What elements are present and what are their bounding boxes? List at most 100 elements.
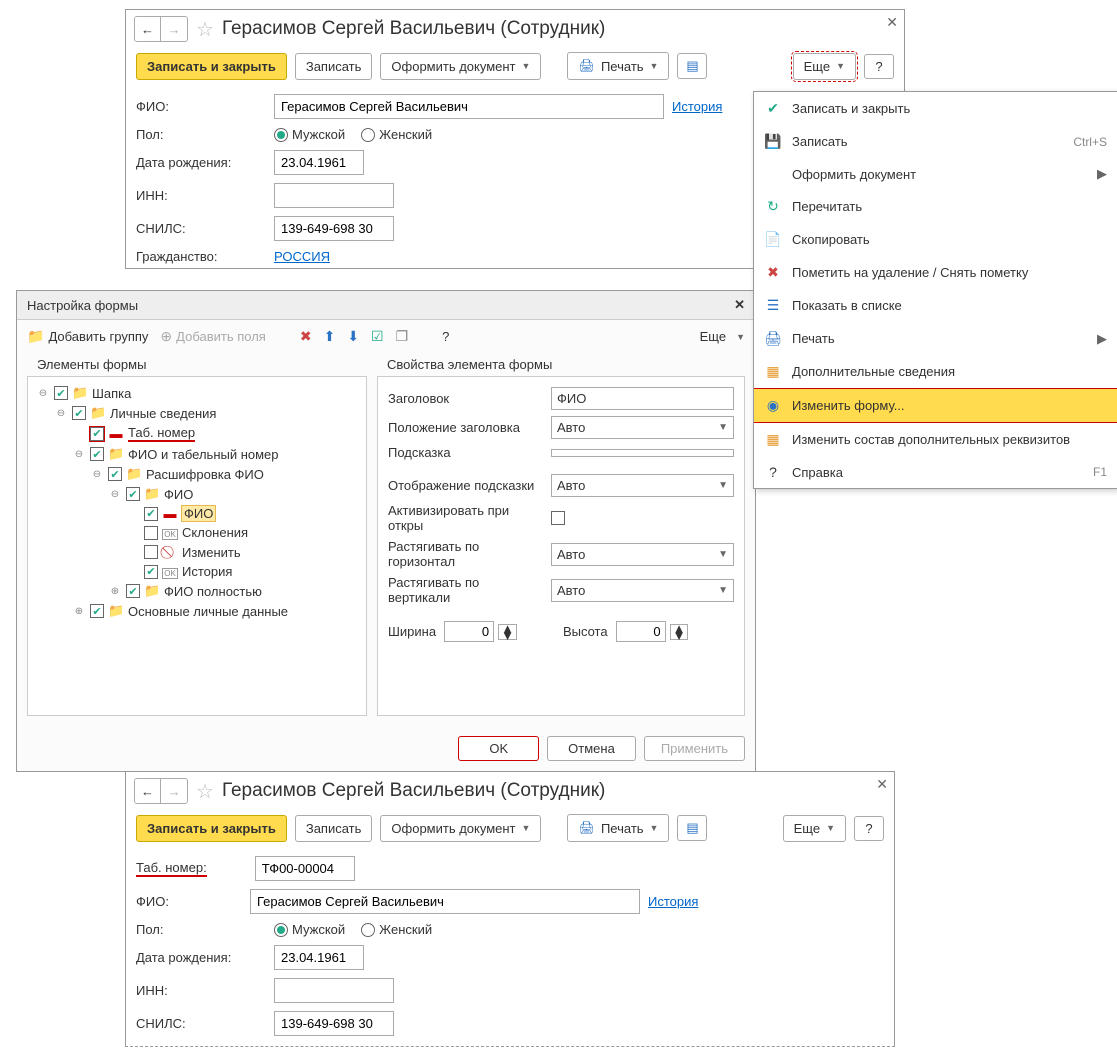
prop-stretch-h-select[interactable]: Авто▼	[551, 543, 734, 566]
tree-checkbox[interactable]	[144, 507, 158, 521]
tree-checkbox[interactable]	[108, 467, 122, 481]
tree-row[interactable]: ⊖📁ФИО	[32, 484, 362, 504]
form-elements-tree[interactable]: ⊖📁Шапка⊖📁Личные сведения▬Таб. номер⊖📁ФИО…	[27, 376, 367, 716]
copy-icon[interactable]: ❐	[396, 328, 409, 345]
close-icon[interactable]: ✕	[886, 14, 898, 31]
width-spinner[interactable]: ▲▼	[498, 624, 517, 640]
height-spinner[interactable]: ▲▼	[670, 624, 689, 640]
menu-item[interactable]: ✖Пометить на удаление / Снять пометку	[754, 256, 1117, 289]
tree-row[interactable]: ▬Таб. номер	[32, 423, 362, 444]
prop-title-pos-select[interactable]: Авто▼	[551, 416, 734, 439]
forward-button[interactable]: →	[161, 17, 187, 41]
print-button[interactable]: 🖨 Печать ▼	[567, 52, 669, 80]
menu-item[interactable]: ▦Изменить состав дополнительных реквизит…	[754, 423, 1117, 456]
prop-hint-input[interactable]	[551, 449, 734, 457]
cancel-button[interactable]: Отмена	[547, 736, 636, 761]
gender-male-radio[interactable]: Мужской	[274, 127, 345, 142]
inn-input[interactable]	[274, 978, 394, 1003]
prop-width-input[interactable]	[444, 621, 494, 642]
expander-icon[interactable]: ⊖	[90, 469, 104, 480]
menu-item[interactable]: ?СправкаF1	[754, 456, 1117, 488]
tree-row[interactable]: ⊖📁Расшифровка ФИО	[32, 464, 362, 484]
fio-input[interactable]	[274, 94, 664, 119]
help-button[interactable]: ?	[864, 54, 894, 79]
tabno-input[interactable]	[255, 856, 355, 881]
print-button[interactable]: 🖨 Печать ▼	[567, 814, 669, 842]
snils-input[interactable]	[274, 1011, 394, 1036]
expander-icon[interactable]: ⊖	[36, 388, 50, 399]
expander-icon[interactable]: ⊕	[72, 606, 86, 617]
save-close-button[interactable]: Записать и закрыть	[136, 53, 287, 80]
gender-male-radio[interactable]: Мужской	[274, 922, 345, 937]
snils-input[interactable]	[274, 216, 394, 241]
menu-item[interactable]: ▦Дополнительные сведения	[754, 355, 1117, 388]
menu-item[interactable]: 🖨Печать▶	[754, 322, 1117, 355]
save-close-button[interactable]: Записать и закрыть	[136, 815, 287, 842]
list-icon-button[interactable]: ▤	[677, 815, 707, 841]
tree-row[interactable]: ⊖📁Личные сведения	[32, 403, 362, 423]
close-icon[interactable]: ✕	[876, 776, 888, 793]
list-icon-button[interactable]: ▤	[677, 53, 707, 79]
tree-row[interactable]: ⃠Изменить	[32, 542, 362, 562]
menu-item[interactable]: ☰Показать в списке	[754, 289, 1117, 322]
expander-icon[interactable]: ⊖	[108, 489, 122, 500]
expander-icon[interactable]: ⊖	[54, 408, 68, 419]
tree-row[interactable]: ⊖📁ФИО и табельный номер	[32, 444, 362, 464]
delete-icon[interactable]: ✖	[300, 328, 312, 345]
tree-checkbox[interactable]	[126, 487, 140, 501]
inn-input[interactable]	[274, 183, 394, 208]
save-button[interactable]: Записать	[295, 53, 373, 80]
gender-female-radio[interactable]: Женский	[361, 127, 432, 142]
prop-title-input[interactable]: ФИО	[551, 387, 734, 410]
tree-checkbox[interactable]	[54, 386, 68, 400]
dob-input[interactable]	[274, 150, 364, 175]
menu-item[interactable]: ◉Изменить форму...	[754, 388, 1117, 423]
tree-row[interactable]: ⊕📁ФИО полностью	[32, 581, 362, 601]
forward-button[interactable]: →	[161, 779, 187, 803]
tree-row[interactable]: ⊕📁Основные личные данные	[32, 601, 362, 621]
tree-checkbox[interactable]	[144, 526, 158, 540]
help-button[interactable]: ?	[854, 816, 884, 841]
expander-icon[interactable]: ⊖	[72, 449, 86, 460]
make-document-button[interactable]: Оформить документ ▼	[380, 53, 541, 80]
menu-item[interactable]: Оформить документ▶	[754, 158, 1117, 190]
menu-item[interactable]: ✔Записать и закрыть	[754, 92, 1117, 125]
prop-stretch-v-select[interactable]: Авто▼	[551, 579, 734, 602]
tree-checkbox[interactable]	[90, 604, 104, 618]
add-group-button[interactable]: 📁Добавить группу	[27, 328, 148, 345]
tree-checkbox[interactable]	[144, 565, 158, 579]
tree-row[interactable]: OKСклонения	[32, 523, 362, 542]
menu-item[interactable]: 📄Скопировать	[754, 223, 1117, 256]
prop-hint-disp-select[interactable]: Авто▼	[551, 474, 734, 497]
tree-row[interactable]: ▬ФИО	[32, 504, 362, 523]
tree-checkbox[interactable]	[126, 584, 140, 598]
expander-icon[interactable]: ⊕	[108, 586, 122, 597]
more-button[interactable]: Еще ▼	[793, 53, 856, 80]
gender-female-radio[interactable]: Женский	[361, 922, 432, 937]
ok-button[interactable]: OK	[458, 736, 539, 761]
check-all-icon[interactable]: ☑	[371, 328, 384, 345]
history-link[interactable]: История	[672, 99, 722, 114]
fio-input[interactable]	[250, 889, 640, 914]
back-button[interactable]: ←	[135, 17, 161, 41]
save-button[interactable]: Записать	[295, 815, 373, 842]
move-down-icon[interactable]: ⬇	[347, 328, 359, 345]
dob-input[interactable]	[274, 945, 364, 970]
favorite-icon[interactable]: ☆	[196, 17, 214, 42]
tree-checkbox[interactable]	[144, 545, 158, 559]
prop-height-input[interactable]	[616, 621, 666, 642]
favorite-icon[interactable]: ☆	[196, 779, 214, 804]
make-document-button[interactable]: Оформить документ ▼	[380, 815, 541, 842]
tree-checkbox[interactable]	[72, 406, 86, 420]
menu-item[interactable]: 💾ЗаписатьCtrl+S	[754, 125, 1117, 158]
prop-activate-checkbox[interactable]	[551, 511, 565, 525]
back-button[interactable]: ←	[135, 779, 161, 803]
tree-checkbox[interactable]	[90, 427, 104, 441]
tree-row[interactable]: OKИстория	[32, 562, 362, 581]
toolbar-more-button[interactable]: Еще ▼	[700, 329, 745, 344]
tree-row[interactable]: ⊖📁Шапка	[32, 383, 362, 403]
more-button[interactable]: Еще ▼	[783, 815, 846, 842]
menu-item[interactable]: ↻Перечитать	[754, 190, 1117, 223]
tree-checkbox[interactable]	[90, 447, 104, 461]
toolbar-help-icon[interactable]: ?	[442, 329, 449, 344]
